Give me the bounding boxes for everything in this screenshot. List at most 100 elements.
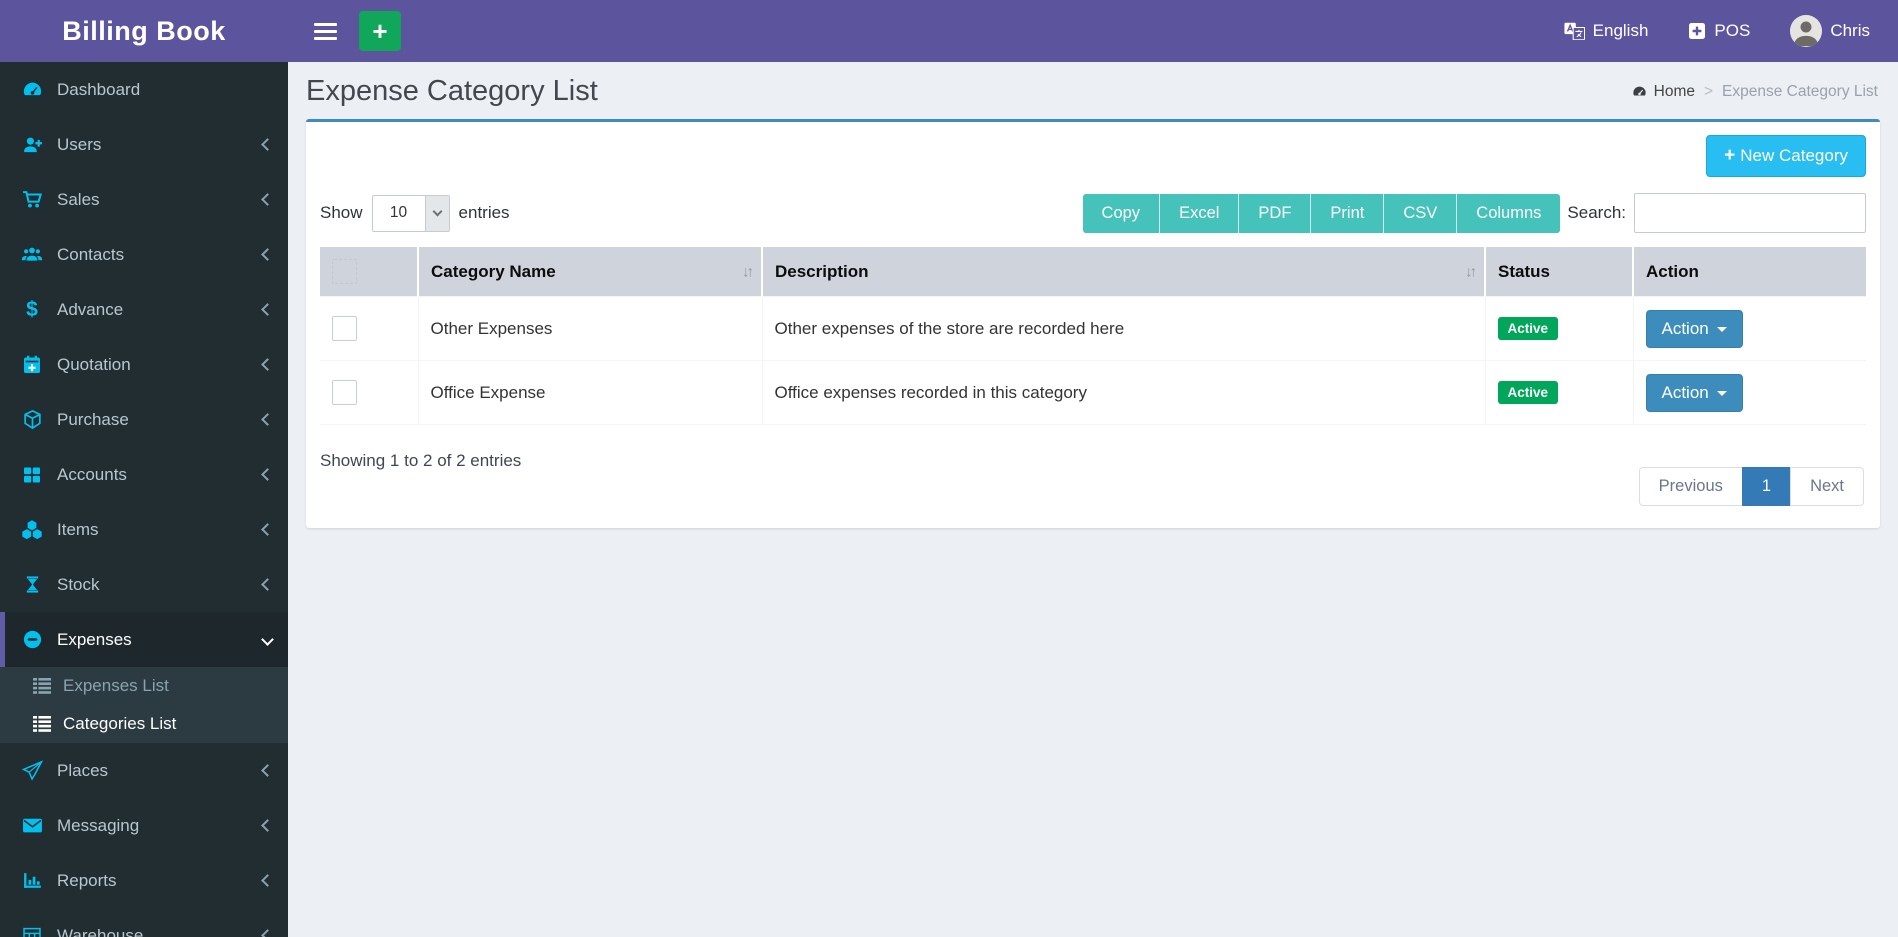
description-cell: Office expenses recorded in this categor…	[762, 360, 1486, 425]
topbar-right: English POS Chris	[1564, 0, 1898, 62]
sidebar-item-label: Users	[57, 134, 102, 154]
category-table: Category Name ↓↑ Description ↓↑ Status A…	[320, 247, 1866, 425]
table-row: Office Expense Office expenses recorded …	[320, 360, 1866, 425]
content-header: Expense Category List Home > Expense Cat…	[288, 62, 1898, 119]
gauge-icon	[1631, 84, 1648, 99]
export-excel-button[interactable]: Excel	[1160, 193, 1240, 233]
expenses-submenu: Expenses List Categories List	[0, 667, 288, 743]
new-category-button[interactable]: + New Category	[1706, 135, 1866, 177]
pagination-next-button[interactable]: Next	[1790, 467, 1864, 506]
sidebar-item-places[interactable]: Places	[0, 743, 288, 798]
sidebar-item-label: Contacts	[57, 244, 125, 264]
chevron-left-icon	[261, 303, 274, 316]
chevron-left-icon	[261, 874, 274, 887]
sort-icon[interactable]: ↓↑	[1465, 263, 1477, 280]
description-cell: Other expenses of the store are recorded…	[762, 296, 1486, 361]
sidebar-item-label: Dashboard	[57, 79, 141, 99]
chevron-down-icon	[261, 633, 274, 646]
sidebar-item-label: Expenses	[57, 629, 132, 649]
row-checkbox[interactable]	[332, 380, 357, 405]
chevron-left-icon	[261, 358, 274, 371]
status-badge: Active	[1497, 381, 1559, 404]
chevron-left-icon	[261, 764, 274, 777]
chevron-left-icon	[261, 523, 274, 536]
chevron-left-icon	[261, 138, 274, 151]
export-pdf-button[interactable]: PDF	[1239, 193, 1312, 233]
plus-square-icon	[1688, 22, 1706, 40]
sidebar-item-purchase[interactable]: Purchase	[0, 392, 288, 447]
category-list-card: + New Category Show 10 entries Copy Excel	[306, 119, 1880, 528]
new-category-label: New Category	[1740, 146, 1848, 165]
export-print-button[interactable]: Print	[1311, 193, 1385, 233]
search-label: Search:	[1567, 203, 1626, 222]
billing-book-app: Billing Book + English POS Chris Dashboa…	[0, 0, 1898, 937]
header-status[interactable]: Status	[1485, 247, 1634, 297]
pagination: Previous 1 Next	[1638, 467, 1864, 506]
status-badge: Active	[1497, 317, 1559, 340]
submenu-item-categories-list[interactable]: Categories List	[0, 705, 288, 743]
sidebar-item-messaging[interactable]: Messaging	[0, 798, 288, 853]
export-button-group: Copy Excel PDF Print CSV Columns	[1082, 193, 1561, 233]
sidebar-item-contacts[interactable]: Contacts	[0, 227, 288, 282]
card-toolbar: + New Category	[320, 135, 1866, 177]
user-avatar	[1790, 15, 1823, 47]
chevron-down-icon	[424, 195, 449, 231]
users-icon	[19, 244, 45, 265]
row-action-button[interactable]: Action	[1645, 373, 1743, 412]
sidebar: Dashboard Users Sales Contacts $ Advance…	[0, 62, 288, 937]
sidebar-item-quotation[interactable]: Quotation	[0, 337, 288, 392]
submenu-item-label: Expenses List	[63, 676, 169, 695]
sidebar-toggle-icon[interactable]	[310, 17, 341, 46]
show-label: Show	[320, 203, 363, 222]
export-copy-button[interactable]: Copy	[1082, 193, 1161, 233]
table-controls: Show 10 entries Copy Excel PDF Print CSV…	[320, 193, 1866, 233]
pagination-previous-button[interactable]: Previous	[1638, 467, 1743, 506]
sidebar-item-label: Quotation	[57, 354, 131, 374]
pagination-page-1-button[interactable]: 1	[1741, 467, 1792, 506]
sort-icon[interactable]: ↓↑	[742, 263, 754, 280]
envelope-icon	[19, 816, 45, 835]
chevron-left-icon	[261, 413, 274, 426]
list-icon	[32, 677, 52, 695]
language-menu[interactable]: English	[1564, 21, 1649, 41]
sidebar-item-advance[interactable]: $ Advance	[0, 282, 288, 337]
brand-logo[interactable]: Billing Book	[0, 0, 288, 62]
header-action[interactable]: Action	[1633, 247, 1866, 297]
sidebar-item-sales[interactable]: Sales	[0, 172, 288, 227]
sidebar-item-users[interactable]: Users	[0, 117, 288, 172]
plus-icon: +	[372, 16, 388, 46]
entries-select[interactable]: 10	[371, 194, 450, 232]
row-checkbox[interactable]	[332, 316, 357, 341]
gauge-icon	[19, 79, 45, 100]
breadcrumb: Home > Expense Category List	[1631, 83, 1878, 101]
sidebar-item-dashboard[interactable]: Dashboard	[0, 62, 288, 117]
header-description[interactable]: Description ↓↑	[762, 247, 1486, 297]
columns-visibility-button[interactable]: Columns	[1457, 193, 1561, 233]
user-menu[interactable]: Chris	[1790, 15, 1870, 47]
submenu-item-expenses-list[interactable]: Expenses List	[0, 667, 288, 705]
select-all-checkbox[interactable]	[332, 259, 357, 284]
sidebar-item-label: Warehouse	[57, 925, 144, 937]
sidebar-item-accounts[interactable]: Accounts	[0, 447, 288, 502]
quick-add-button[interactable]: +	[359, 11, 401, 51]
chevron-left-icon	[261, 819, 274, 832]
topbar-left: +	[288, 0, 401, 62]
breadcrumb-home-link[interactable]: Home	[1631, 83, 1695, 101]
row-action-button[interactable]: Action	[1645, 309, 1743, 348]
sidebar-item-expenses[interactable]: Expenses	[0, 612, 288, 667]
table-footer: Showing 1 to 2 of 2 entries Previous 1 N…	[320, 445, 1866, 506]
language-label: English	[1592, 21, 1649, 40]
search-input[interactable]	[1634, 193, 1866, 233]
pos-button[interactable]: POS	[1688, 21, 1750, 41]
entries-summary: Showing 1 to 2 of 2 entries	[320, 451, 522, 470]
sidebar-item-warehouse[interactable]: Warehouse	[0, 908, 288, 937]
dollar-icon: $	[26, 298, 38, 321]
sidebar-item-label: Accounts	[57, 464, 127, 484]
page-title: Expense Category List	[306, 75, 598, 107]
sidebar-item-stock[interactable]: Stock	[0, 557, 288, 612]
header-category-name[interactable]: Category Name ↓↑	[418, 247, 763, 297]
list-icon	[32, 715, 52, 733]
export-csv-button[interactable]: CSV	[1384, 193, 1458, 233]
sidebar-item-items[interactable]: Items	[0, 502, 288, 557]
sidebar-item-reports[interactable]: Reports	[0, 853, 288, 908]
